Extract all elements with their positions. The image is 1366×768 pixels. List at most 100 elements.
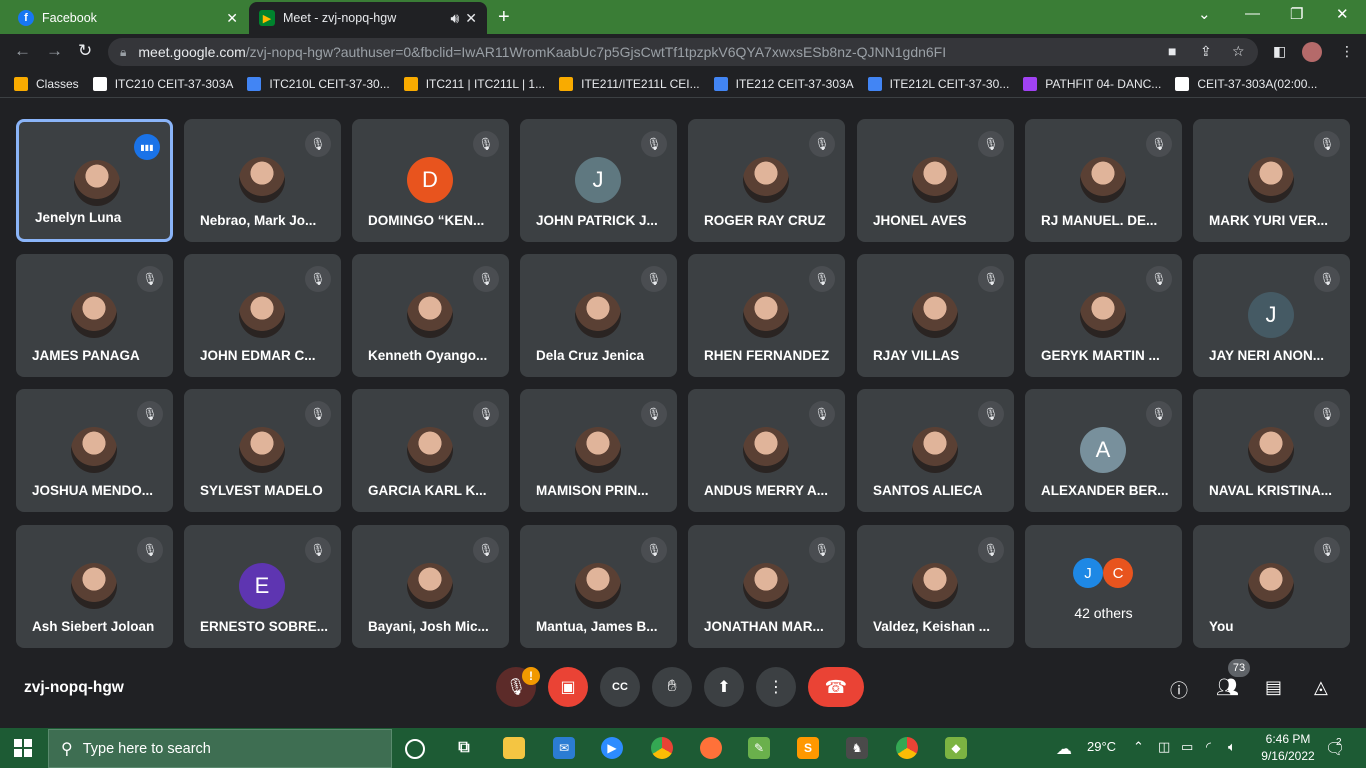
bookmark-item[interactable]: PATHFIT 04- DANC... — [1023, 76, 1162, 91]
close-tab-icon[interactable]: ✕ — [465, 10, 477, 27]
maximize-button[interactable]: ❐ — [1290, 5, 1303, 23]
zoom-icon[interactable]: ▶ — [601, 737, 623, 759]
activities-icon[interactable]: ◬ — [1314, 677, 1328, 698]
camera-blocked-icon[interactable]: ■ — [1168, 43, 1176, 59]
participant-tile[interactable]: 🎙︎ Valdez, Keishan ... — [857, 525, 1014, 648]
participant-tile[interactable]: 🎙︎ SANTOS ALIECA — [857, 389, 1014, 512]
bookmark-item[interactable]: ITC210L CEIT-37-30... — [247, 76, 390, 91]
participant-tile[interactable]: 🎙︎ Mantua, James B... — [520, 525, 677, 648]
participant-tile[interactable]: 🎙︎ JONATHAN MAR... — [688, 525, 845, 648]
bookmark-item[interactable]: ITE211/ITE211L CEI... — [559, 76, 700, 91]
leave-call-button[interactable]: ☎︎ — [808, 667, 864, 707]
participant-tile[interactable]: 🎙︎ NAVAL KRISTINA... — [1193, 389, 1350, 512]
forward-button[interactable]: → — [46, 41, 63, 61]
raise-hand-button[interactable]: ✋︎ — [652, 667, 692, 707]
participant-tile[interactable]: 🎙︎ Bayani, Josh Mic... — [352, 525, 509, 648]
participant-tile[interactable]: 🎙︎ ROGER RAY CRUZ — [688, 119, 845, 242]
bookmark-item[interactable]: Classes — [14, 76, 79, 91]
bookmark-item[interactable]: ITC211 | ITC211L | 1... — [403, 76, 545, 91]
minimize-button[interactable]: — — [1245, 5, 1260, 22]
notepad-icon[interactable]: ✎ — [748, 737, 770, 759]
chrome-active-icon[interactable] — [896, 737, 918, 759]
app-icon[interactable]: ◆ — [945, 737, 967, 759]
share-icon[interactable]: ⇪ — [1200, 43, 1212, 60]
people-icon[interactable]: 👥︎ — [1216, 677, 1239, 698]
bookmark-item[interactable]: ITE212 CEIT-37-303A — [713, 76, 854, 91]
present-button[interactable]: ⬆ — [704, 667, 744, 707]
participant-tile[interactable]: 🎙︎ You — [1193, 525, 1350, 648]
mail-icon[interactable]: ✉ — [553, 737, 575, 759]
bookmark-star-icon[interactable]: ☆ — [1232, 43, 1245, 60]
avatar — [1248, 157, 1294, 203]
avatar — [71, 292, 117, 338]
participant-tile[interactable]: 🎙︎ RHEN FERNANDEZ — [688, 254, 845, 377]
back-button[interactable]: ← — [14, 41, 31, 61]
participant-tile[interactable]: 🎙︎ RJ MANUEL. DE... — [1025, 119, 1182, 242]
participant-tile[interactable]: D 🎙︎ DOMINGO “KEN... — [352, 119, 509, 242]
bookmark-item[interactable]: ITE212L CEIT-37-30... — [867, 76, 1009, 91]
taskbar-clock[interactable]: 6:46 PM 9/16/2022 — [1250, 731, 1326, 765]
participant-tile[interactable]: 🎙︎ RJAY VILLAS — [857, 254, 1014, 377]
participant-tile[interactable]: ▮▮▮ Jenelyn Luna — [16, 119, 173, 242]
taskbar-search-box[interactable]: ⚲ Type here to search — [48, 729, 392, 768]
windows-start-icon[interactable] — [14, 739, 32, 757]
close-window-button[interactable]: ✕ — [1336, 5, 1349, 23]
side-panel-icon[interactable]: ◧ — [1273, 43, 1286, 60]
firefox-icon[interactable] — [700, 737, 722, 759]
meeting-details-icon[interactable]: ⓘ — [1170, 677, 1188, 703]
participant-tile[interactable]: 🎙︎ Nebrao, Mark Jo... — [184, 119, 341, 242]
close-tab-icon[interactable]: ✕ — [226, 10, 238, 27]
new-tab-button[interactable]: + — [498, 6, 510, 29]
task-view-icon[interactable]: ⧉ — [453, 737, 475, 759]
lock-icon[interactable]: 🔒︎ — [120, 45, 126, 60]
participant-tile[interactable]: 🎙︎ JOSHUA MENDO... — [16, 389, 173, 512]
weather-icon[interactable]: ☁︎ — [1056, 739, 1072, 759]
participant-tile[interactable]: 🎙︎ JHONEL AVES — [857, 119, 1014, 242]
more-options-button[interactable]: ⋮ — [756, 667, 796, 707]
participant-tile[interactable]: 🎙︎ SYLVEST MADELO — [184, 389, 341, 512]
sublime-icon[interactable]: S — [797, 737, 819, 759]
participant-tile[interactable]: J 🎙︎ JAY NERI ANON... — [1193, 254, 1350, 377]
temperature[interactable]: 29°C — [1087, 739, 1116, 754]
mic-muted-icon: 🎙︎ — [809, 131, 835, 157]
tab-search-icon[interactable]: ⌄ — [1198, 5, 1211, 23]
volume-icon[interactable]: 🔈︎ — [1228, 739, 1236, 755]
participant-tile[interactable]: E 🎙︎ ERNESTO SOBRE... — [184, 525, 341, 648]
camera-button[interactable]: ▣ — [548, 667, 588, 707]
participant-tile[interactable]: 🎙︎ MARK YURI VER... — [1193, 119, 1350, 242]
url-input[interactable]: 🔒︎ meet.google.com/zvj-nopq-hgw?authuser… — [108, 38, 1258, 66]
meet-tray-icon[interactable]: ◫ — [1158, 739, 1170, 755]
bookmark-item[interactable]: ITC210 CEIT-37-303A — [92, 76, 233, 91]
participant-tile[interactable]: A 🎙︎ ALEXANDER BER... — [1025, 389, 1182, 512]
participant-tile[interactable]: 🎙︎ JAMES PANAGA — [16, 254, 173, 377]
cortana-icon[interactable] — [405, 739, 425, 759]
file-explorer-icon[interactable] — [503, 737, 525, 759]
wifi-icon[interactable]: ◜ — [1206, 739, 1211, 755]
participant-tile[interactable]: J 🎙︎ JOHN PATRICK J... — [520, 119, 677, 242]
participant-tile[interactable]: 🎙︎ JOHN EDMAR C... — [184, 254, 341, 377]
profile-avatar[interactable] — [1302, 42, 1322, 62]
audio-playing-icon[interactable]: 🔊︎ — [450, 10, 459, 27]
others-tile[interactable]: J C 42 others — [1025, 525, 1182, 648]
bookmark-item[interactable]: CEIT-37-303A(02:00... — [1175, 76, 1317, 91]
show-hidden-icons-icon[interactable]: ⌃ — [1133, 739, 1144, 755]
tab-facebook[interactable]: f Facebook ✕ — [8, 2, 248, 34]
bookmark-label: PATHFIT 04- DANC... — [1045, 76, 1162, 91]
participant-tile[interactable]: 🎙︎ ANDUS MERRY A... — [688, 389, 845, 512]
participant-tile[interactable]: 🎙︎ Dela Cruz Jenica — [520, 254, 677, 377]
captions-button[interactable]: CC — [600, 667, 640, 707]
chat-icon[interactable]: ▤ — [1265, 677, 1282, 698]
participant-tile[interactable]: 🎙︎ MAMISON PRIN... — [520, 389, 677, 512]
participant-tile[interactable]: 🎙︎ Kenneth Oyango... — [352, 254, 509, 377]
game-icon[interactable]: ♞ — [846, 737, 868, 759]
reload-button[interactable]: ↻ — [78, 41, 92, 61]
chrome-icon[interactable] — [651, 737, 673, 759]
participant-tile[interactable]: 🎙︎ GARCIA KARL K... — [352, 389, 509, 512]
participant-tile[interactable]: 🎙︎ Ash Siebert Joloan — [16, 525, 173, 648]
participant-name: Ash Siebert Joloan — [32, 619, 155, 634]
battery-icon[interactable]: ▭ — [1181, 739, 1193, 755]
participant-tile[interactable]: 🎙︎ GERYK MARTIN ... — [1025, 254, 1182, 377]
url-host: meet.google.com — [138, 44, 246, 60]
tab-meet[interactable]: ▶ Meet - zvj-nopq-hgw 🔊︎ ✕ — [249, 2, 487, 34]
menu-icon[interactable]: ⋮ — [1340, 43, 1354, 60]
